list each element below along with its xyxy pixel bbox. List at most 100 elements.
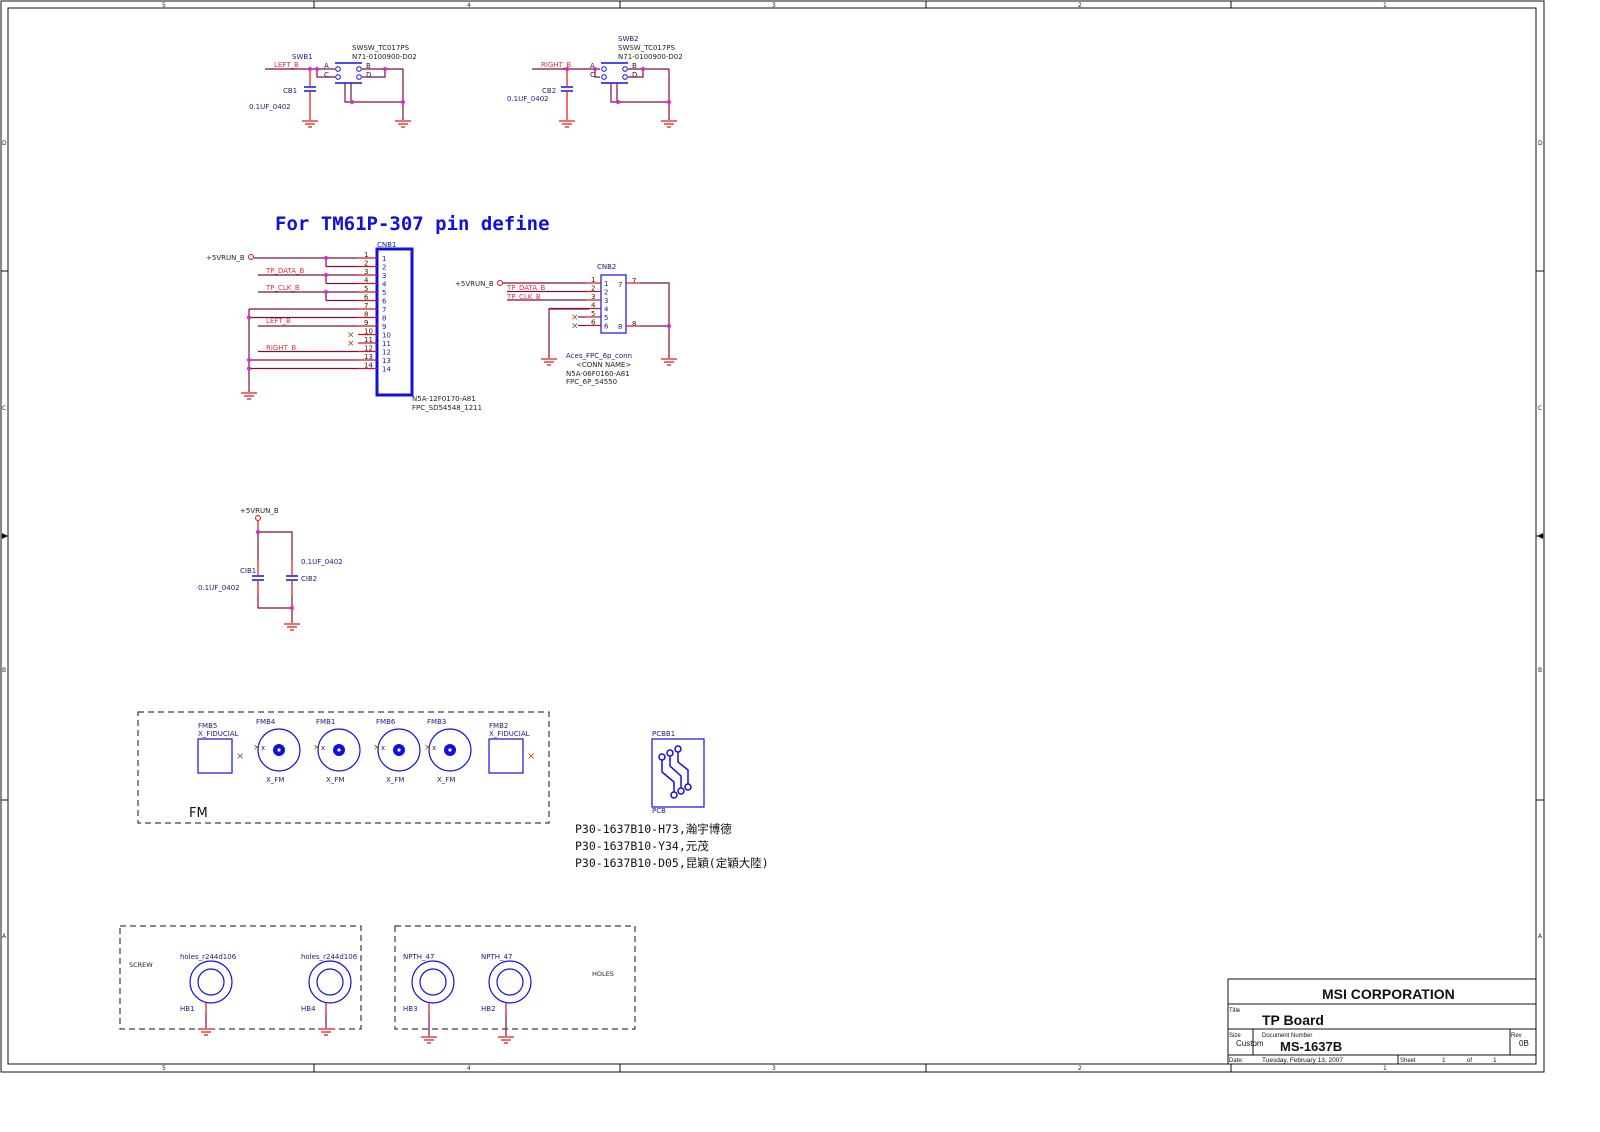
svg-text:HB4: HB4	[301, 1005, 316, 1013]
title-label: Title	[1229, 1008, 1241, 1014]
svg-text:FMB2: FMB2	[489, 722, 508, 730]
ground-icon	[661, 358, 677, 366]
connector-pn: N5A-06F0160-A81	[566, 370, 630, 378]
svg-text:8: 8	[632, 320, 636, 328]
pin-number-inner: 8	[382, 315, 386, 323]
pin-number-inner: 6	[382, 298, 387, 306]
svg-text:7: 7	[618, 281, 622, 289]
pin-number-inner: 11	[382, 340, 391, 348]
ground-icon	[318, 1028, 334, 1036]
no-connect-icon: ×	[347, 339, 355, 349]
connector-cnb1[interactable]: CNB1 +5VRUN_B TP_DATA_B TP_CLK_B LEFT_B …	[206, 241, 482, 412]
board-title: TP Board	[1262, 1012, 1324, 1028]
sheet-total: 1	[1493, 1057, 1497, 1064]
connector-cnb2[interactable]: CNB2 +5VRUN_B TP_DATA_B TP_CLK_B Aces_FP…	[455, 263, 677, 386]
cap-ref: CB1	[283, 87, 297, 95]
fiducial-fmb4[interactable]: FMB4 × x X_FM	[253, 718, 301, 784]
switch-ref: SWB2	[618, 35, 639, 43]
ground-icon	[559, 120, 575, 128]
cap-ref: CB2	[542, 87, 556, 95]
no-connect-icon: ×	[236, 751, 244, 762]
connector-footprint: FPC_SD54548_1211	[412, 404, 482, 412]
row-marker-left: D	[2, 140, 7, 147]
col-marker-bottom: 4	[467, 1065, 471, 1072]
ground-icon	[302, 120, 318, 128]
svg-text:NPTH_47: NPTH_47	[481, 953, 512, 961]
col-marker-top: 3	[772, 2, 776, 9]
hole-hb1[interactable]: holes_r244d106 HB1	[180, 953, 237, 1036]
svg-text:x: x	[321, 744, 325, 752]
row-marker-right: B	[1538, 667, 1542, 674]
svg-text:D: D	[632, 71, 637, 79]
pin-number-inner: 3	[382, 272, 386, 280]
net-label: TP_DATA_B	[506, 284, 546, 292]
hole-hb4[interactable]: holes_r244d106 HB4	[301, 953, 358, 1036]
row-marker-left: B	[2, 667, 6, 674]
pin-number-inner: 14	[382, 366, 391, 374]
ground-icon	[241, 392, 257, 400]
document-number: MS-1637B	[1280, 1039, 1342, 1054]
ground-icon	[498, 1036, 514, 1044]
col-marker-top: 4	[467, 2, 471, 9]
fiducial-fmb1[interactable]: FMB1 × x X_FM	[313, 718, 361, 784]
fiducial-fmb3[interactable]: FMB3 × x X_FM	[424, 718, 472, 784]
outer-frame	[0, 0, 1545, 1073]
svg-text:HB2: HB2	[481, 1005, 496, 1013]
net-label: LEFT_B	[266, 317, 291, 325]
power-net: +5VRUN_B	[206, 254, 245, 262]
svg-text:D: D	[366, 71, 371, 79]
fiducial-ref: FMB3	[427, 718, 446, 726]
connector-pin[interactable]: 14 14	[249, 362, 391, 374]
pin-number-inner: 5	[382, 289, 386, 297]
fiducial-ref: FMB1	[316, 718, 335, 726]
svg-text:x: x	[261, 744, 265, 752]
col-marker-top: 5	[162, 2, 166, 9]
svg-text:A: A	[324, 62, 329, 70]
note-line: P30-1637B10-Y34,元茂	[575, 839, 709, 853]
switch-pn: N71-0100900-D02	[618, 53, 683, 61]
no-connect-icon: ×	[527, 751, 535, 762]
cap-value: 0.1UF_0402	[301, 558, 343, 566]
pcb-ref: PCBB1	[652, 730, 675, 738]
power-net: +5VRUN_B	[240, 507, 279, 515]
fiducial-fmb2[interactable]: FMB2 X_FIDUCIAL ×	[488, 722, 535, 774]
svg-text:FMB5: FMB5	[198, 722, 217, 730]
pcb-traces-icon	[658, 745, 692, 799]
net-label: TP_DATA_B	[265, 267, 305, 275]
svg-text:HB1: HB1	[180, 1005, 195, 1013]
fiducial-type: X_FM	[386, 776, 404, 784]
cap-value: 0.1UF_0402	[249, 103, 291, 111]
pin-number-inner: 12	[382, 349, 391, 357]
svg-text:X_FIDUCIAL: X_FIDUCIAL	[198, 730, 239, 738]
group-label: SCREW	[129, 961, 153, 969]
revision: 0B	[1519, 1039, 1529, 1048]
decoupling-caps[interactable]: +5VRUN_B CIB1 0.1UF_0402 CIB2 0.1UF_0402	[198, 507, 343, 631]
sheet-label: Sheet	[1400, 1058, 1416, 1064]
fiducial-fmb5[interactable]: FMB5 X_FIDUCIAL ×	[197, 722, 244, 774]
cap-value: 0.1UF_0402	[507, 95, 549, 103]
note-line: P30-1637B10-H73,瀚宇博德	[575, 822, 732, 836]
pin-number-inner: 2	[382, 264, 386, 272]
fiducial-group: FM FMB5 X_FIDUCIAL × FMB2 X_FIDUCIAL × F…	[137, 711, 550, 824]
pcb-symbol[interactable]: PCBB1 PCB	[651, 730, 705, 815]
switch-swb1[interactable]: SWB1 SWSW_TC017PS N71-0100900-D02 LEFT_B…	[249, 44, 417, 128]
connector-pin[interactable]: 44	[549, 302, 609, 314]
screw-group: SCREW holes_r244d106 HB1 holes_r244d106 …	[119, 925, 362, 1036]
switch-part: SWSW_TC017PS	[618, 44, 676, 52]
fiducial-ref: FMB6	[376, 718, 396, 726]
fiducial-fmb6[interactable]: FMB6 × x X_FM	[373, 718, 421, 784]
holes-group: HOLES NPTH_47 HB3 NPTH_47 HB2	[394, 925, 636, 1044]
group-label: FM	[189, 806, 208, 821]
inner-frame	[7, 7, 1537, 1065]
connector-name: <CONN NAME>	[576, 361, 631, 369]
pin-number-inner: 9	[382, 323, 386, 331]
switch-swb2[interactable]: SWB2 SWSW_TC017PS N71-0100900-D02 RIGHT_…	[507, 35, 683, 128]
col-marker-top: 2	[1078, 2, 1082, 9]
size-value: Custom	[1236, 1039, 1264, 1048]
svg-text:x: x	[432, 744, 436, 752]
power-port-icon	[255, 515, 261, 521]
row-marker-left: C	[2, 405, 6, 412]
row-marker-right: D	[1538, 140, 1543, 147]
pcb-type: PCB	[652, 807, 666, 815]
connector-footprint: FPC_6P_54550	[566, 378, 617, 386]
